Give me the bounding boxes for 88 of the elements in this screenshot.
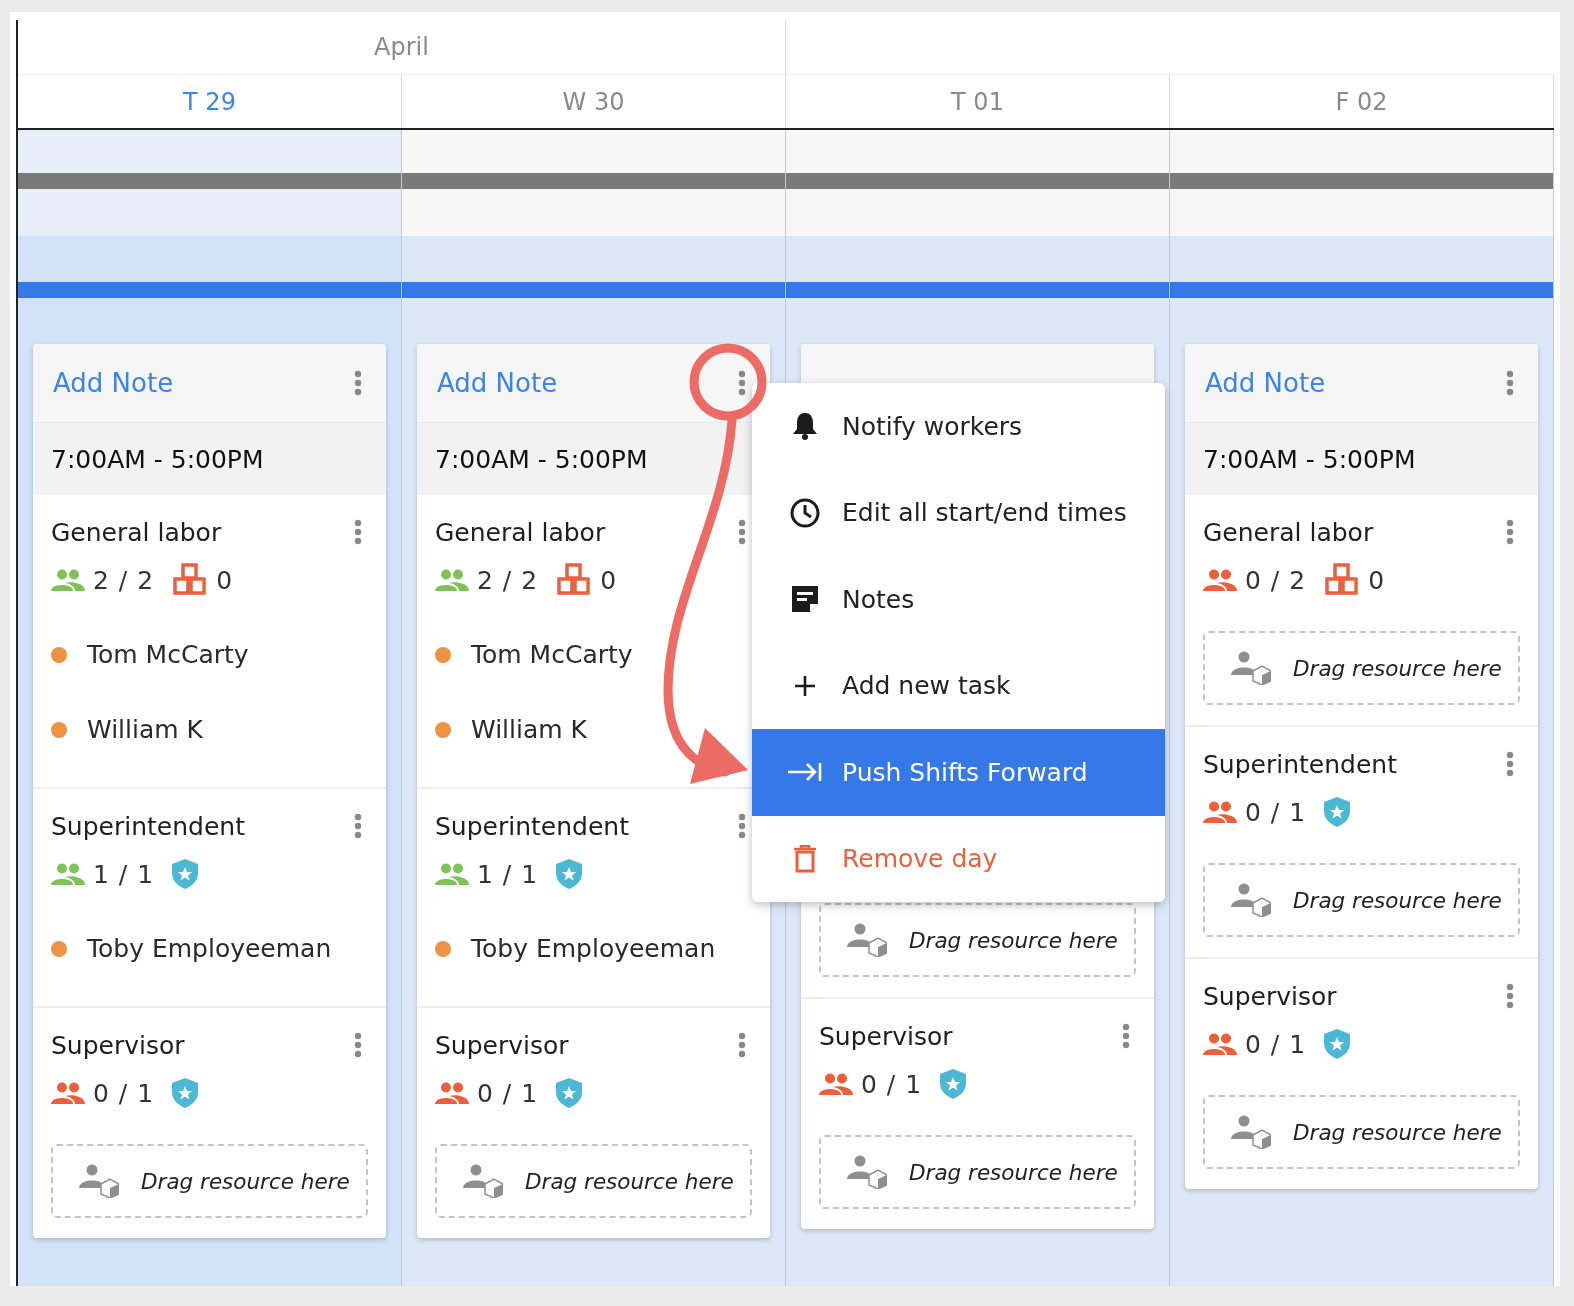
menu-item[interactable]: Notes [752,556,1165,643]
equipment-count: 0 [1368,565,1385,595]
more-icon[interactable] [354,519,362,545]
worker-name[interactable]: Toby Employeeman [87,934,332,963]
more-icon[interactable] [738,370,746,396]
shield-star-icon [1324,1029,1351,1059]
drop-zone[interactable]: Drag resource here [819,1135,1136,1209]
cubes-icon [172,563,209,597]
person-box-icon [79,1164,119,1198]
staff-count: 0 / 1 [861,1069,923,1099]
role-title: Superintendent [1203,749,1397,779]
drop-zone[interactable]: Drag resource here [1203,631,1520,705]
role-title: General labor [51,517,222,547]
role-title: Supervisor [819,1021,953,1051]
plus-icon [794,674,816,697]
shield-star-icon [556,859,583,889]
note-icon [792,586,818,613]
drop-zone[interactable]: Drag resource here [435,1144,752,1218]
role-title: Supervisor [435,1030,569,1060]
drop-zone[interactable]: Drag resource here [51,1144,368,1218]
more-icon[interactable] [738,1032,746,1058]
shield-star-icon [940,1069,967,1099]
person-box-icon [847,1155,887,1189]
drop-zone-label: Drag resource here [141,1168,350,1194]
staff-count: 2 / 2 [93,565,155,595]
person-box-icon [1231,651,1271,685]
staff-count: 2 / 2 [477,565,539,595]
more-icon[interactable] [1122,1023,1130,1049]
person-box-icon [847,923,887,957]
shift-time: 7:00AM - 5:00PM [51,444,264,474]
drop-zone-label: Drag resource here [1293,887,1502,913]
more-icon[interactable] [1506,751,1514,777]
role-title: Superintendent [51,811,245,841]
staff-count: 0 / 1 [1245,1029,1307,1059]
staff-count: 0 / 1 [93,1078,155,1108]
staff-count: 1 / 1 [477,859,539,889]
person-box-icon [1231,883,1271,917]
shield-star-icon [172,1078,199,1108]
trash-icon [794,844,816,873]
more-icon[interactable] [1506,519,1514,545]
role-title: Supervisor [51,1030,185,1060]
cubes-icon [1324,563,1361,597]
staff-count: 0 / 1 [1245,797,1307,827]
role-title: Supervisor [1203,981,1337,1011]
menu-item[interactable]: Notify workers [752,383,1165,470]
role-title: General labor [1203,517,1374,547]
shield-star-icon [172,859,199,889]
drop-zone[interactable]: Drag resource here [1203,1095,1520,1169]
bell-icon [792,412,818,441]
menu-item[interactable]: Edit all start/end times [752,469,1165,556]
staff-count: 1 / 1 [93,859,155,889]
equipment-count: 0 [600,565,617,595]
shield-star-icon [1324,797,1351,827]
worker-name[interactable]: William K [87,715,203,744]
menu-item[interactable]: Push Shifts Forward [752,729,1165,816]
more-icon[interactable] [354,813,362,839]
worker-name[interactable]: Toby Employeeman [471,934,716,963]
cubes-icon [556,563,593,597]
shift-time: 7:00AM - 5:00PM [1203,444,1416,474]
worker-name[interactable]: Tom McCarty [471,640,633,669]
shift-time: 7:00AM - 5:00PM [435,444,648,474]
drop-zone-label: Drag resource here [525,1168,734,1194]
staff-count: 0 / 1 [477,1078,539,1108]
more-icon[interactable] [354,370,362,396]
equipment-count: 0 [216,565,233,595]
menu-item[interactable]: Add new task [752,642,1165,729]
role-title: General labor [435,517,606,547]
push-forward-icon [788,762,822,783]
more-icon[interactable] [1506,370,1514,396]
shield-star-icon [556,1078,583,1108]
more-icon[interactable] [1506,983,1514,1009]
more-icon[interactable] [354,1032,362,1058]
person-box-icon [1231,1115,1271,1149]
drop-zone-label: Drag resource here [1293,1119,1502,1145]
clock-icon [790,497,820,528]
role-title: Superintendent [435,811,629,841]
day-header[interactable]: T 29 [18,75,402,128]
worker-name[interactable]: Tom McCarty [87,640,249,669]
drop-zone-label: Drag resource here [909,927,1118,953]
drop-zone-label: Drag resource here [909,1159,1118,1185]
staff-count: 0 / 2 [1245,565,1307,595]
person-box-icon [463,1164,503,1198]
month-label: April [374,33,429,61]
worker-name[interactable]: William K [471,715,587,744]
drop-zone[interactable]: Drag resource here [1203,863,1520,937]
more-icon[interactable] [738,813,746,839]
more-icon[interactable] [738,519,746,545]
drop-zone-label: Drag resource here [1293,655,1502,681]
